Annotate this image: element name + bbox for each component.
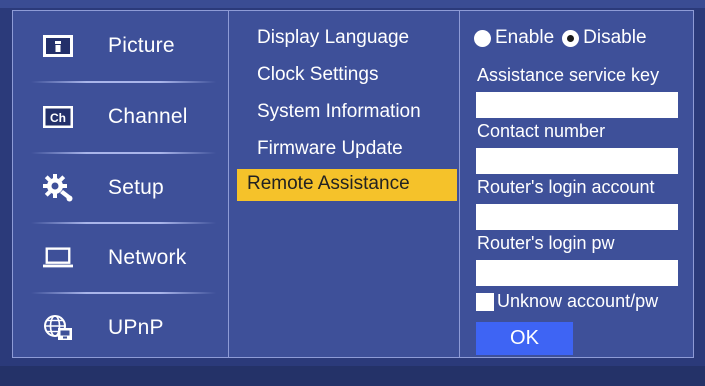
picture-icon [43, 34, 73, 58]
laptop-icon [43, 246, 73, 270]
submenu-display-language[interactable]: Display Language [247, 23, 419, 55]
top-strip [0, 0, 705, 8]
ok-button[interactable]: OK [476, 322, 573, 355]
router-password-label: Router's login pw [477, 233, 615, 253]
globe-network-icon [43, 315, 73, 340]
nav-item-channel[interactable]: Ch Channel [13, 82, 228, 152]
router-account-input[interactable] [476, 204, 678, 230]
disable-radio-label: Disable [583, 27, 647, 48]
assistance-key-label: Assistance service key [477, 65, 660, 85]
remote-assistance-form: Enable Disable Assistance service key Co… [460, 11, 695, 357]
channel-icon: Ch [43, 105, 73, 129]
nav-item-label: UPnP [108, 316, 164, 339]
submenu-firmware-update[interactable]: Firmware Update [247, 134, 413, 166]
contact-number-label: Contact number [477, 121, 606, 141]
nav-item-picture[interactable]: Picture [13, 11, 228, 81]
nav-item-label: Setup [108, 176, 164, 199]
router-password-input[interactable] [476, 260, 678, 286]
enable-radio-label: Enable [495, 27, 555, 48]
nav-item-network[interactable]: Network [13, 223, 228, 293]
unknown-account-label: Unknow account/pw [497, 291, 659, 311]
nav-item-setup[interactable]: Setup [13, 153, 228, 223]
submenu-system-information[interactable]: System Information [247, 97, 431, 129]
channel-icon-text: Ch [50, 111, 66, 125]
unknown-account-row: Unknow account/pw [476, 291, 658, 312]
bottom-strip [0, 366, 705, 386]
assistance-mode-radio-group: Enable Disable [474, 27, 655, 49]
main-nav: Picture Ch Channel Setup Network UPnP [13, 11, 228, 357]
setup-submenu: Display Language Clock Settings System I… [228, 11, 460, 357]
nav-item-upnp[interactable]: UPnP [13, 293, 228, 363]
submenu-clock-settings[interactable]: Clock Settings [247, 60, 388, 92]
nav-item-label: Picture [108, 34, 175, 57]
disable-radio[interactable] [562, 29, 580, 47]
unknown-account-checkbox[interactable] [476, 292, 494, 311]
nav-item-label: Channel [108, 105, 188, 128]
enable-radio[interactable] [474, 29, 491, 47]
settings-panel: Picture Ch Channel Setup Network UPnP Di… [12, 10, 694, 358]
contact-number-input[interactable] [476, 148, 678, 174]
router-account-label: Router's login account [477, 177, 655, 197]
nav-item-label: Network [108, 246, 187, 269]
assistance-key-input[interactable] [476, 92, 678, 118]
gear-wrench-icon [43, 174, 73, 202]
submenu-remote-assistance[interactable]: Remote Assistance [237, 169, 457, 201]
